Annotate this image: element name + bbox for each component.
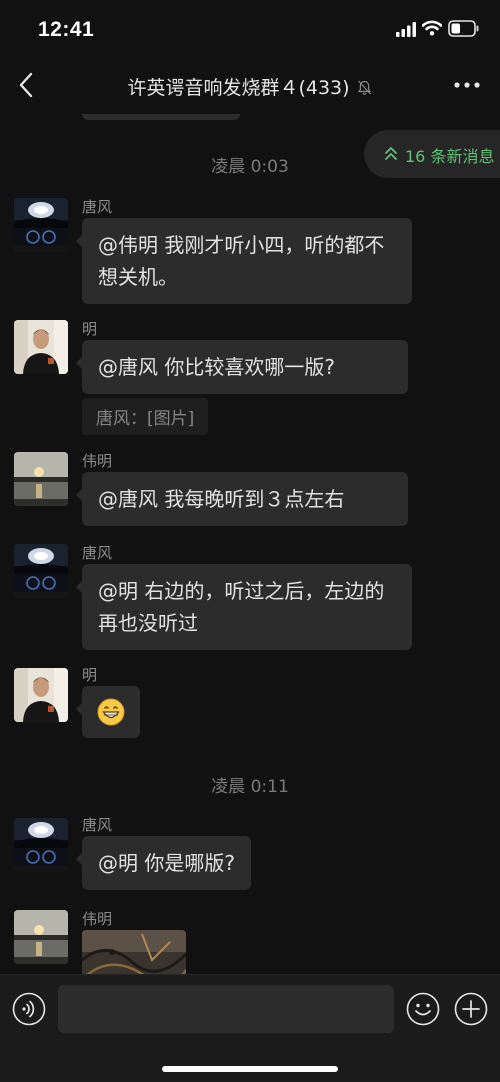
sender-name: 唐风 — [82, 544, 113, 562]
message-bubble[interactable]: @唐风 你比较喜欢哪一版? — [76, 340, 408, 394]
avatar-man[interactable] — [14, 320, 68, 374]
message-bubble[interactable]: @唐风 我每晚听到３点左右 — [76, 472, 408, 526]
sender-name: 明 — [82, 666, 98, 684]
message-bubble[interactable]: @伟明 我刚才听小四，听的都不想关机。 — [76, 218, 412, 304]
message-bubble[interactable]: @明 你是哪版? — [76, 836, 251, 890]
car-dashboard-night-image — [14, 818, 68, 872]
sender-name: 唐风 — [82, 198, 113, 216]
avatar-car-dashboard[interactable] — [14, 818, 68, 872]
avatar-man[interactable] — [14, 668, 68, 722]
cellular-signal-icon — [396, 22, 416, 37]
message-list[interactable]: 16 条新消息 凌晨 0:03 唐风 @伟明 我刚才听小四，听的都不想关机。 明 — [0, 114, 500, 974]
chat-title: 许英谔音响发烧群４(433) — [0, 73, 500, 100]
man-portrait-image — [14, 320, 68, 374]
sender-name: 伟明 — [82, 452, 113, 470]
timestamp: 凌晨 0:11 — [211, 777, 289, 797]
navigation-bar: 许英谔音响发烧群４(433) — [0, 58, 500, 114]
sender-name: 唐风 — [82, 816, 113, 834]
sender-name: 伟明 — [82, 910, 113, 928]
grinning-face-emoji — [97, 698, 125, 726]
avatar-sunset[interactable] — [14, 452, 68, 506]
photo-cables-image — [82, 930, 186, 974]
chat-title-text: 许英谔音响发烧群４(433) — [127, 77, 350, 99]
voice-icon[interactable] — [12, 992, 46, 1026]
bell-muted-icon — [357, 80, 371, 95]
image-message[interactable] — [82, 930, 186, 974]
status-time: 12:41 — [38, 18, 95, 41]
emoji-message-bubble[interactable] — [76, 686, 140, 738]
avatar-sunset[interactable] — [14, 910, 68, 964]
status-bar: 12:41 — [0, 0, 500, 58]
message-bubble[interactable]: @明 右边的，听过之后，左边的再也没听过 — [76, 564, 412, 650]
sunset-over-water-image — [14, 452, 68, 506]
avatar-car-dashboard[interactable] — [14, 544, 68, 598]
battery-icon — [448, 20, 479, 37]
sunset-over-water-image — [14, 910, 68, 964]
input-bar — [0, 974, 500, 1082]
home-indicator — [162, 1066, 338, 1072]
previous-message-bubble[interactable] — [82, 114, 240, 120]
plus-icon[interactable] — [454, 992, 488, 1026]
ellipsis-icon[interactable] — [450, 70, 484, 100]
man-portrait-image — [14, 668, 68, 722]
smiley-icon[interactable] — [406, 992, 440, 1026]
quoted-reply[interactable]: 唐风：[图片] — [82, 398, 209, 435]
sender-name: 明 — [82, 320, 98, 338]
timestamp: 凌晨 0:03 — [211, 157, 289, 177]
avatar-car-dashboard[interactable] — [14, 198, 68, 252]
message-input[interactable] — [58, 985, 394, 1033]
wifi-icon — [422, 20, 442, 36]
car-dashboard-night-image — [14, 198, 68, 252]
car-dashboard-night-image — [14, 544, 68, 598]
